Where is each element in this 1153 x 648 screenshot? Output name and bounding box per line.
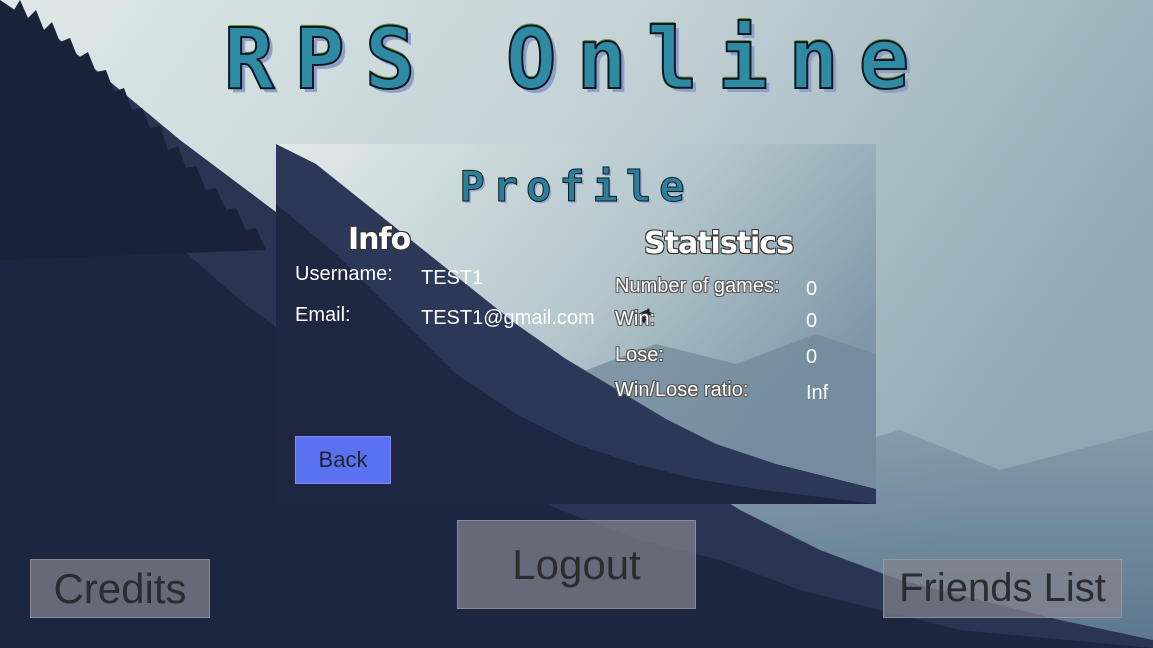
stat-games-value: 0 bbox=[806, 278, 818, 300]
stat-lose-value: 0 bbox=[806, 346, 818, 368]
stat-ratio-value: Inf bbox=[806, 382, 829, 404]
profile-title: Profile bbox=[459, 162, 693, 212]
logout-button[interactable]: Logout bbox=[457, 520, 696, 609]
profile-panel: Profile Info Username: TEST1 Email: TEST… bbox=[276, 144, 876, 504]
username-value: TEST1 bbox=[421, 267, 484, 289]
statistics-heading: Statistics bbox=[644, 226, 794, 261]
email-label: Email: bbox=[295, 304, 351, 326]
email-value: TEST1@gmail.com bbox=[421, 307, 595, 329]
stat-win-value: 0 bbox=[806, 310, 818, 332]
stat-win-label: Win: bbox=[615, 308, 655, 330]
game-title: RPS Online bbox=[223, 10, 930, 108]
back-button[interactable]: Back bbox=[295, 436, 391, 484]
stat-lose-label: Lose: bbox=[615, 344, 664, 366]
info-heading: Info bbox=[348, 222, 411, 257]
friends-list-button[interactable]: Friends List bbox=[883, 559, 1122, 618]
username-label: Username: bbox=[295, 263, 393, 285]
stat-games-label: Number of games: bbox=[615, 275, 780, 297]
stat-ratio-label: Win/Lose ratio: bbox=[615, 379, 749, 401]
credits-button[interactable]: Credits bbox=[30, 559, 210, 618]
